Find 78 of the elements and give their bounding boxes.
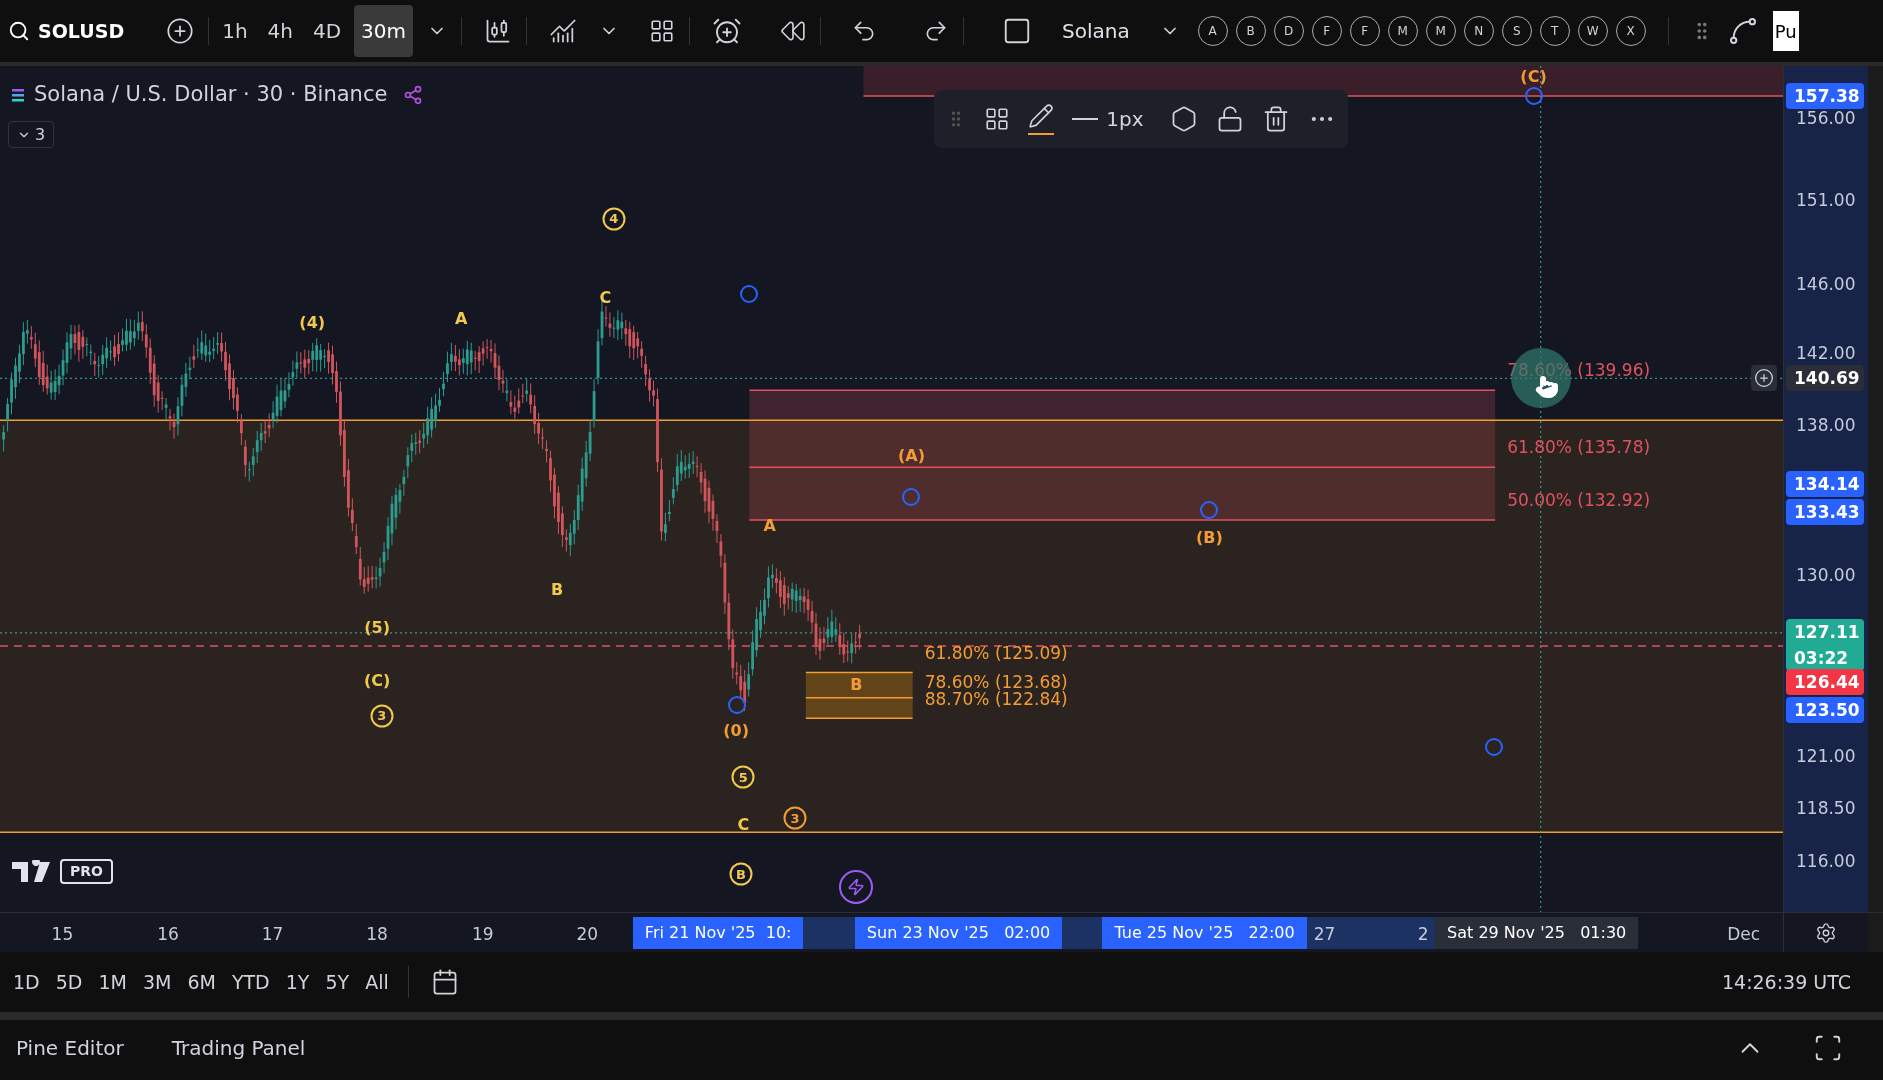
time-badge: Fri 21 Nov '25 10: bbox=[632, 917, 804, 949]
wave-label: 5 bbox=[731, 765, 755, 789]
layout-name-button[interactable]: Solana bbox=[1054, 11, 1138, 51]
wave-label: B bbox=[729, 862, 753, 886]
wave-label: C bbox=[599, 286, 612, 309]
interval-button[interactable]: 1h bbox=[215, 5, 255, 57]
price-tick: 121.00 bbox=[1796, 744, 1856, 768]
price-badge: 133.43 bbox=[1786, 498, 1864, 525]
chart-canvas[interactable]: Solana / U.S. Dollar · 30 · Binance 3 1px (4) A C 4 B (5) (C) 3 (A) A (B) B (0) 5 C 3 B (C) 78.60% (139.96) 61.80% (135.78) 50.00% (132.92) 61.80% (125.09) 78.60% (123.68) 88.70% (122.84) PRO bbox=[0, 66, 1783, 912]
wave-label: (5) bbox=[364, 617, 390, 640]
bottom-panel-tab[interactable]: Trading Panel bbox=[171, 1033, 306, 1063]
wave-label: (C) bbox=[1520, 66, 1547, 88]
fib-level-label: 50.00% (132.92) bbox=[1507, 489, 1651, 512]
range-button[interactable]: 5D bbox=[50, 965, 88, 999]
time-tick: 27 bbox=[1313, 923, 1336, 946]
interval-button[interactable]: 30m bbox=[354, 5, 414, 57]
range-button[interactable]: 1Y bbox=[280, 965, 315, 999]
wave-label: A bbox=[454, 308, 468, 331]
wave-label: 3 bbox=[783, 806, 807, 830]
wave-label: 4 bbox=[602, 207, 626, 231]
wave-label: (A) bbox=[897, 445, 925, 468]
fib-level-label: 61.80% (125.09) bbox=[924, 644, 1068, 662]
price-badge: 127.11 03:22 bbox=[1786, 618, 1864, 671]
time-tick: 16 bbox=[157, 923, 179, 946]
price-badge: 126.44 bbox=[1786, 669, 1864, 696]
range-button[interactable]: 6M bbox=[182, 965, 221, 999]
wave-label: (C) bbox=[363, 669, 391, 692]
symbol-search-button[interactable]: SOLUSD bbox=[4, 11, 129, 51]
price-badge: 157.38 bbox=[1786, 83, 1864, 110]
fib-level-label: 61.80% (135.78) bbox=[1507, 436, 1651, 460]
interval-button[interactable]: 4h bbox=[260, 5, 300, 57]
time-tick: 18 bbox=[366, 923, 388, 946]
price-tick: 130.00 bbox=[1796, 564, 1856, 588]
wave-label: 3 bbox=[370, 704, 394, 728]
time-tick: 20 bbox=[576, 923, 599, 946]
wave-label: (0) bbox=[723, 720, 749, 743]
price-badge: 123.50 bbox=[1786, 696, 1864, 723]
indicator-collapse-button[interactable]: 3 bbox=[8, 121, 55, 148]
price-tick: 156.00 bbox=[1796, 107, 1856, 131]
wave-label: (B) bbox=[1195, 527, 1223, 549]
range-button[interactable]: 1D bbox=[8, 965, 45, 999]
time-tick: 17 bbox=[261, 923, 284, 946]
price-tick: 142.00 bbox=[1796, 342, 1856, 366]
fib-level-label: 78.60% (123.68) bbox=[924, 673, 1068, 691]
symbol-legend-title: Solana / U.S. Dollar · 30 · Binance bbox=[34, 81, 388, 108]
time-badge: Sun 23 Nov '25 02:00 bbox=[854, 917, 1063, 949]
time-badge: Tue 25 Nov '25 22:00 bbox=[1102, 917, 1307, 949]
time-tick: 19 bbox=[471, 923, 494, 946]
price-badge: 140.69 bbox=[1786, 365, 1864, 392]
range-button[interactable]: 1M bbox=[93, 965, 132, 999]
wave-label: A bbox=[763, 515, 776, 537]
range-button[interactable]: 3M bbox=[137, 965, 177, 999]
wave-label: B bbox=[850, 673, 863, 696]
wave-label: B bbox=[551, 578, 564, 601]
price-tick: 116.00 bbox=[1796, 850, 1856, 874]
price-tick: 151.00 bbox=[1796, 188, 1856, 212]
time-tick: Dec bbox=[1727, 923, 1761, 946]
wave-label: C bbox=[737, 814, 750, 836]
interval-button[interactable]: 4D bbox=[305, 5, 349, 57]
line-width-button[interactable]: 1px bbox=[1072, 104, 1144, 135]
pro-badge: PRO bbox=[60, 859, 113, 885]
time-badge: Sat 29 Nov '25 01:30 bbox=[1435, 917, 1639, 949]
clock-text: 14:26:39 UTC bbox=[1721, 969, 1851, 995]
bottom-panel-tab[interactable]: Pine Editor bbox=[16, 1033, 124, 1063]
price-tick: 146.00 bbox=[1796, 272, 1856, 296]
wave-label: (4) bbox=[299, 312, 326, 335]
cut-off-button[interactable]: Pu bbox=[1772, 11, 1799, 51]
range-button[interactable]: All bbox=[360, 965, 394, 999]
price-badge: 134.14 bbox=[1786, 470, 1864, 497]
price-tick: 118.50 bbox=[1796, 797, 1856, 821]
price-axis[interactable]: 156.00 151.00 146.00 142.00 138.00 130.00 121.00 118.50 116.00 157.38 140.69 134.14 133.43 127.11 03:22 126.44 123.50 bbox=[1783, 66, 1868, 912]
time-tick: 2 bbox=[1417, 923, 1429, 946]
fib-level-label: 78.60% (139.96) bbox=[1507, 359, 1651, 383]
range-button[interactable]: YTD bbox=[226, 965, 275, 999]
time-tick: 15 bbox=[51, 923, 74, 946]
price-tick: 138.00 bbox=[1796, 414, 1856, 438]
range-button[interactable]: 5Y bbox=[320, 965, 355, 999]
fib-level-label: 88.70% (122.84) bbox=[924, 690, 1068, 708]
